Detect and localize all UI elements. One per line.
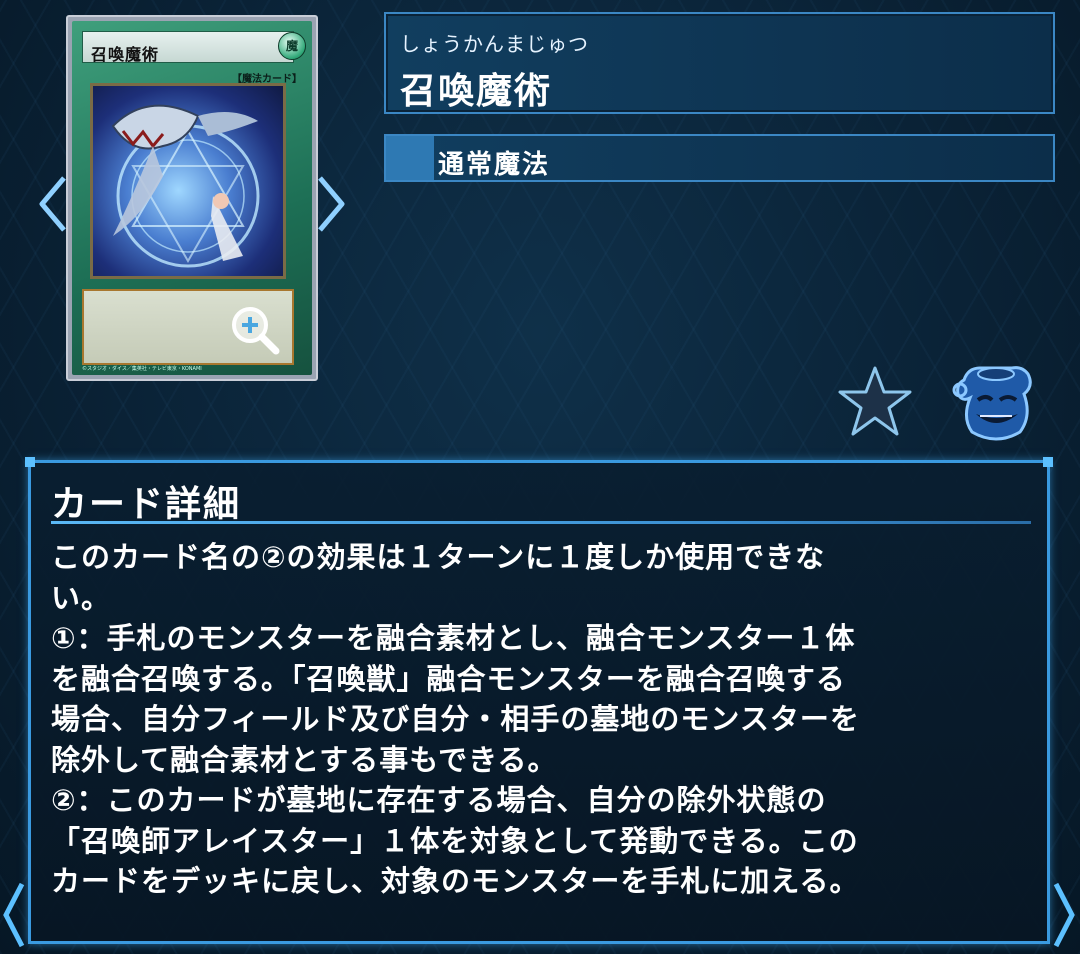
card-face: 召喚魔術 魔 【魔法カード】 ©スタジオ・ダイス／集英社・テレビ東京・KONAM… [72,21,312,375]
effect-line: 除外して融合素材とする事もできる。 [51,742,558,777]
spell-type-label: 通常魔法 [438,150,551,180]
panel-corner [25,457,35,467]
card-name-panel: しょうかんまじゅつ 召喚魔術 [384,12,1055,114]
card-artwork [90,83,286,279]
chevron-right-icon[interactable] [314,174,348,234]
card-name-reading: しょうかんまじゅつ [400,32,589,56]
card-text-box [82,289,294,365]
effect-line: を融合召喚する。「召喚獣」融合モンスターを融合召喚する [51,661,846,696]
effect-line: ①：手札のモンスターを融合素材とし、融合モンスター１体 [51,621,856,655]
effect-line: ②：このカードが墓地に存在する場合、自分の除外状態の [51,783,827,817]
card-type-panel: 通常魔法 [384,134,1055,182]
card-title: 召喚魔術 [400,71,553,112]
scroll-left-icon[interactable] [0,880,28,950]
effect-line: い。 [51,580,112,615]
scroll-right-icon[interactable] [1050,880,1078,950]
panel-corner [1043,457,1053,467]
heading-divider [51,521,1031,524]
card-image[interactable]: 召喚魔術 魔 【魔法カード】 ©スタジオ・ダイス／集英社・テレビ東京・KONAM… [66,15,318,381]
star-icon[interactable] [838,365,912,437]
card-copyright: ©スタジオ・ダイス／集英社・テレビ東京・KONAMI [82,366,202,372]
spell-attribute-icon: 魔 [278,32,306,60]
details-heading: カード詳細 [51,484,242,525]
effect-line: 場合、自分フィールド及び自分・相手の墓地のモンスターを [51,702,860,736]
effect-line: このカード名の②の効果は１ターンに１度しか使用できな [51,540,826,574]
effect-line: カードをデッキに戻し、対象のモンスターを手札に加える。 [51,864,860,898]
pot-of-greed-icon[interactable] [950,360,1042,444]
zoom-in-icon[interactable] [228,303,282,357]
effect-line: 「召喚師アレイスター」１体を対象として発動できる。この [51,823,859,858]
type-accent-block [386,136,434,180]
card-details-panel: カード詳細 このカード名の②の効果は１ターンに１度しか使用できな い。 ①：手札… [25,457,1053,944]
card-face-name: 召喚魔術 [82,31,294,64]
card-effect-text: このカード名の②の効果は１ターンに１度しか使用できな い。 ①：手札のモンスター… [51,537,1031,902]
artwork-illustration [111,104,260,268]
chevron-left-icon[interactable] [36,174,70,234]
